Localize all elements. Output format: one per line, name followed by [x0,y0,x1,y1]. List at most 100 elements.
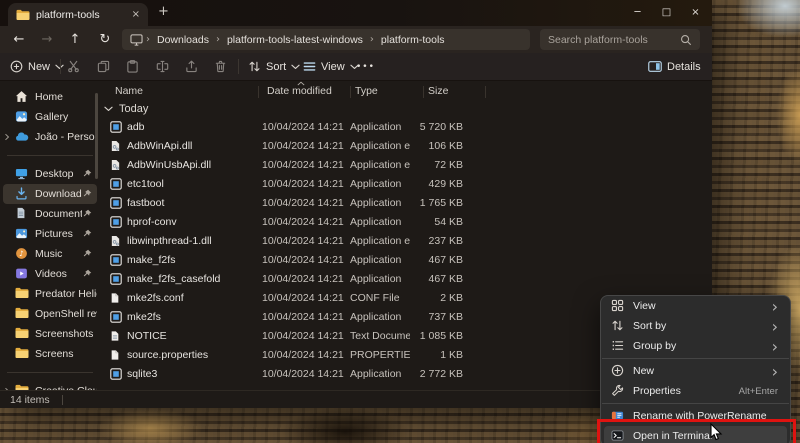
sidebar-item-openshell-review[interactable]: OpenShell review [3,304,97,324]
sort-arrows-icon [248,60,261,73]
sidebar-item-predator-helios[interactable]: Predator Helios [3,284,97,304]
sidebar-item-music[interactable]: ♪ Music [3,244,97,264]
sidebar-separator [0,364,100,381]
view-button[interactable]: View [303,53,359,80]
status-divider [62,395,63,405]
paste-icon[interactable] [126,53,139,80]
cut-icon[interactable] [67,53,80,80]
file-row[interactable]: AdbWinUsbApi.dll 10/04/2024 14:21 Applic… [100,155,712,174]
sidebar-item-jo-o-personal[interactable]: João - Personal [3,127,97,147]
menu-item-sort-by[interactable]: Sort by › [604,316,787,336]
minimize-button[interactable]: ─ [623,0,652,24]
back-button[interactable]: ← [8,29,30,50]
more-options-button[interactable]: ••• [356,53,375,80]
sidebar-item-documents[interactable]: Documents [3,204,97,224]
file-row[interactable]: make_f2fs 10/04/2024 14:21 Application 4… [100,250,712,269]
file-row[interactable]: libwinpthread-1.dll 10/04/2024 14:21 App… [100,231,712,250]
music-icon: ♪ [15,247,29,261]
menu-item-new[interactable]: New › [604,361,787,381]
file-row[interactable]: etc1tool 10/04/2024 14:21 Application 42… [100,174,712,193]
column-header-name[interactable]: Name [115,85,143,97]
sort-button[interactable]: Sort [248,53,300,80]
wrench-icon [611,384,625,398]
chevron-right-icon[interactable] [4,169,14,179]
sidebar-scrollbar[interactable] [95,93,98,179]
new-button[interactable]: New [10,53,64,80]
svg-text:♪: ♪ [19,249,24,258]
file-row[interactable]: AdbWinApi.dll 10/04/2024 14:21 Applicati… [100,136,712,155]
menu-item-properties[interactable]: Properties Alt+Enter [604,381,787,401]
chevron-right-icon[interactable] [4,92,14,102]
mouse-cursor [710,423,723,442]
submenu-arrow-icon: › [772,337,778,356]
pin-icon [82,209,93,220]
close-button[interactable]: × [681,0,710,24]
chevron-right-icon[interactable] [4,189,14,199]
sidebar-item-screens[interactable]: Screens [3,344,97,364]
chevron-right-icon[interactable] [4,112,14,122]
sidebar-item-screenshots[interactable]: Screenshots [3,324,97,344]
chevron-right-icon[interactable] [4,309,14,319]
desktop: platform-tools × + ─ □ × ← → ↑ ↻ › Downl… [0,0,800,443]
folder-icon [16,9,30,21]
group-header-today[interactable]: Today [100,101,148,117]
file-row[interactable]: adb 10/04/2024 14:21 Application 5 720 K… [100,117,712,136]
chevron-right-icon[interactable] [4,329,14,339]
tab-bar: platform-tools × + ─ □ × [0,0,712,26]
up-button[interactable]: ↑ [64,29,86,50]
new-tab-button[interactable]: + [158,4,169,19]
tab-close-icon[interactable]: × [132,9,140,20]
breadcrumb-item[interactable]: platform-tools-latest-windows [227,34,363,46]
app-file-icon [110,197,122,209]
address-bar[interactable]: › Downloads › platform-tools-latest-wind… [122,29,530,50]
chevron-right-icon[interactable] [4,209,14,219]
sidebar-item-creative-cloud-files[interactable]: Creative Cloud Files [3,381,97,390]
forward-button[interactable]: → [36,29,58,50]
breadcrumb-item[interactable]: Downloads [157,34,209,46]
sidebar-item-home[interactable]: Home [3,87,97,107]
maximize-button[interactable]: □ [652,0,681,24]
copy-icon[interactable] [97,53,110,80]
chevron-right-icon[interactable] [4,249,14,259]
search-placeholder: Search platform-tools [548,34,680,46]
menu-item-group-by[interactable]: Group by › [604,336,787,356]
videos-icon [15,267,29,281]
rename-icon[interactable] [156,53,169,80]
sidebar-item-videos[interactable]: Videos [3,264,97,284]
search-box[interactable]: Search platform-tools [540,29,700,50]
file-row[interactable]: fastboot 10/04/2024 14:21 Application 1 … [100,193,712,212]
details-pane-button[interactable]: Details [648,53,701,80]
navigation-bar: ← → ↑ ↻ › Downloads › platform-tools-lat… [0,26,712,53]
chevron-right-icon[interactable] [4,132,14,142]
folder-icon [15,287,29,301]
column-header-size[interactable]: Size [428,85,448,97]
delete-icon[interactable] [214,53,227,80]
sidebar-item-desktop[interactable]: Desktop [3,164,97,184]
column-header-type[interactable]: Type [355,85,378,97]
chevron-right-icon[interactable] [4,349,14,359]
file-row[interactable]: make_f2fs_casefold 10/04/2024 14:21 Appl… [100,269,712,288]
chevron-right-icon[interactable] [4,229,14,239]
pin-icon [82,269,93,280]
app-file-icon [110,178,122,190]
explorer-tab[interactable]: platform-tools × [8,3,148,26]
refresh-button[interactable]: ↻ [94,29,116,50]
menu-item-view[interactable]: View › [604,296,787,316]
sidebar-item-downloads[interactable]: Downloads [3,184,97,204]
chevron-right-icon[interactable] [4,289,14,299]
sidebar-item-pictures[interactable]: Pictures [3,224,97,244]
file-row[interactable]: hprof-conv 10/04/2024 14:21 Application … [100,212,712,231]
sidebar-item-gallery[interactable]: Gallery [3,107,97,127]
group-list-icon [611,339,625,353]
folder-icon [15,307,29,321]
breadcrumb-item[interactable]: platform-tools [381,34,445,46]
file-file-icon [110,349,122,361]
view-grid-icon [611,299,625,313]
share-icon[interactable] [185,53,198,80]
submenu-arrow-icon: › [772,362,778,381]
chevron-right-icon[interactable] [4,269,14,279]
new-plus-icon [611,364,625,378]
pin-icon [82,189,93,200]
view-list-icon [303,60,316,73]
column-header-date[interactable]: Date modified [267,85,332,97]
